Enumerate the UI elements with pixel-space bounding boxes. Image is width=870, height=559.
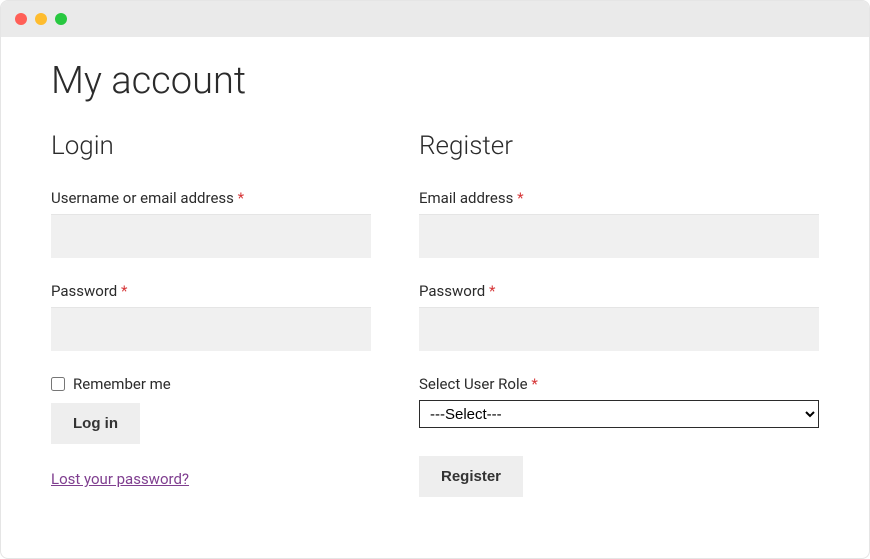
minimize-icon[interactable] bbox=[35, 13, 47, 25]
window-titlebar bbox=[1, 1, 869, 37]
register-email-field: Email address * bbox=[419, 189, 819, 258]
register-heading: Register bbox=[419, 131, 819, 161]
login-username-field: Username or email address * bbox=[51, 189, 371, 258]
login-username-input[interactable] bbox=[51, 214, 371, 258]
lost-password-link[interactable]: Lost your password? bbox=[51, 470, 189, 488]
register-password-label: Password * bbox=[419, 282, 819, 300]
login-heading: Login bbox=[51, 131, 371, 161]
remember-me-row: Remember me bbox=[51, 375, 371, 393]
page-content: My account Login Username or email addre… bbox=[1, 37, 869, 527]
register-button[interactable]: Register bbox=[419, 456, 523, 497]
login-button[interactable]: Log in bbox=[51, 403, 140, 444]
login-password-label: Password * bbox=[51, 282, 371, 300]
close-icon[interactable] bbox=[15, 13, 27, 25]
maximize-icon[interactable] bbox=[55, 13, 67, 25]
register-role-field: Select User Role * ---Select--- bbox=[419, 375, 819, 428]
register-role-label: Select User Role * bbox=[419, 375, 819, 393]
register-section: Register Email address * Password * bbox=[419, 131, 819, 497]
login-password-field: Password * bbox=[51, 282, 371, 351]
required-mark: * bbox=[517, 189, 523, 207]
register-password-field: Password * bbox=[419, 282, 819, 351]
required-mark: * bbox=[121, 282, 127, 300]
register-role-select[interactable]: ---Select--- bbox=[419, 400, 819, 428]
register-email-label: Email address * bbox=[419, 189, 819, 207]
page-title: My account bbox=[51, 59, 819, 103]
login-password-input[interactable] bbox=[51, 307, 371, 351]
login-section: Login Username or email address * Passwo… bbox=[51, 131, 371, 497]
login-username-label: Username or email address * bbox=[51, 189, 371, 207]
remember-me-label: Remember me bbox=[73, 375, 171, 393]
required-mark: * bbox=[531, 375, 537, 393]
forms-container: Login Username or email address * Passwo… bbox=[51, 131, 819, 497]
remember-me-checkbox[interactable] bbox=[51, 377, 65, 391]
app-window: My account Login Username or email addre… bbox=[0, 0, 870, 559]
required-mark: * bbox=[238, 189, 244, 207]
register-password-input[interactable] bbox=[419, 307, 819, 351]
register-email-input[interactable] bbox=[419, 214, 819, 258]
required-mark: * bbox=[489, 282, 495, 300]
